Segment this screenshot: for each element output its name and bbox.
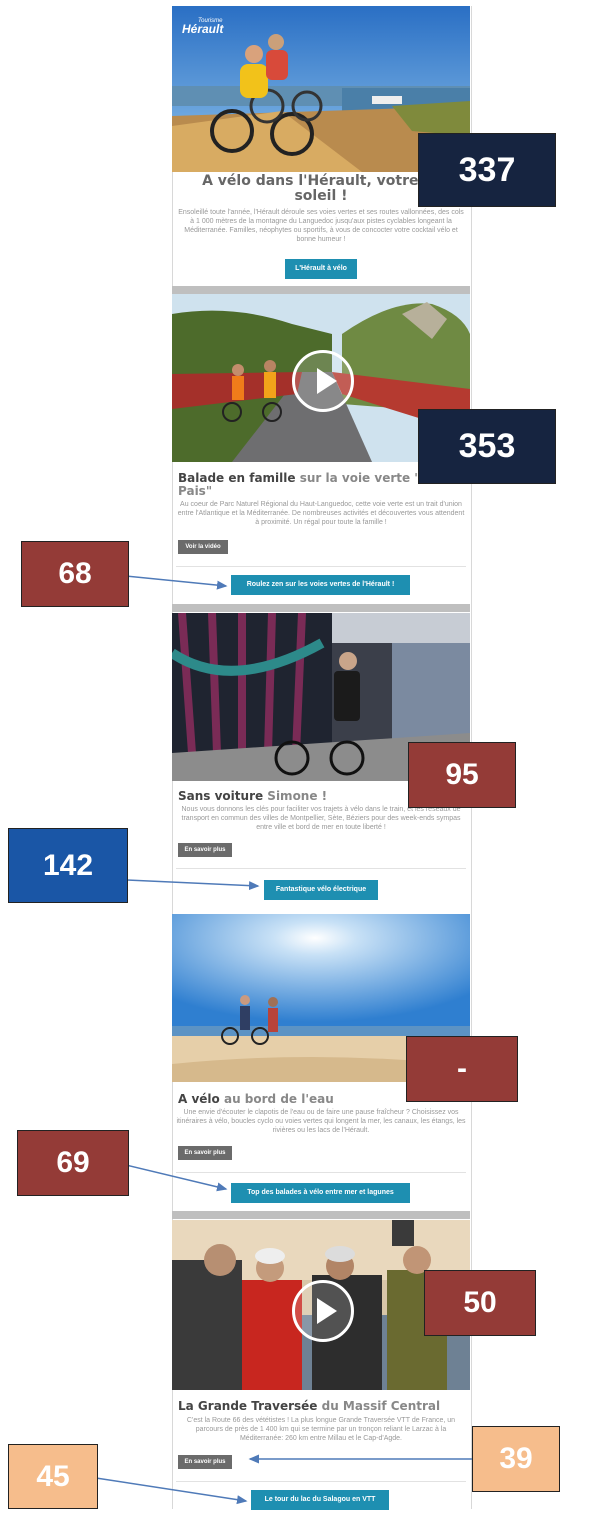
- badge-section2: 353: [418, 409, 556, 484]
- badge-section3: 95: [408, 742, 516, 808]
- badge-section4-cta: 69: [17, 1130, 129, 1196]
- badge-section5: 50: [424, 1270, 536, 1336]
- badge-section3-cta: 142: [8, 828, 128, 903]
- arrow-69: [125, 1164, 228, 1192]
- badge-section4: -: [406, 1036, 518, 1102]
- arrow-142: [125, 879, 260, 891]
- badge-section5-cta: 45: [8, 1444, 98, 1509]
- badge-section5-secondary: 39: [472, 1426, 560, 1492]
- arrow-45: [95, 1477, 248, 1505]
- badge-section1: 337: [418, 133, 556, 207]
- badge-section2-cta: 68: [21, 541, 129, 607]
- arrow-68: [125, 575, 228, 590]
